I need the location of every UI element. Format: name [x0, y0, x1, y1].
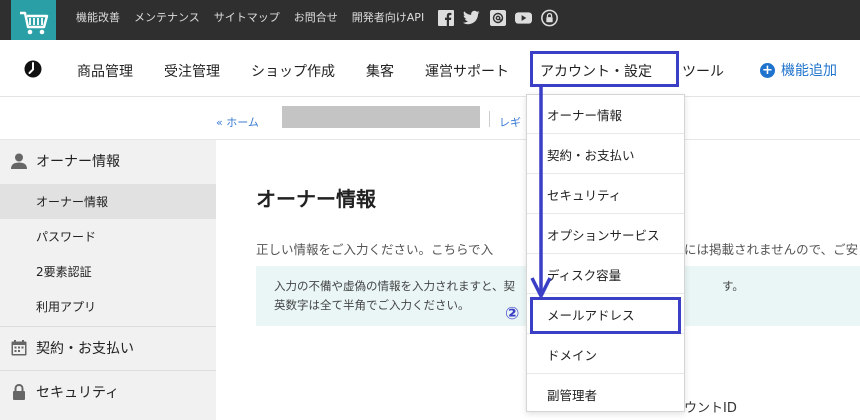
menu-item-disk-capacity[interactable]: ディスク容量 — [527, 255, 684, 294]
top-bar: 機能改善 メンテナンス サイトマップ お問合せ 開発者向けAPI — [0, 0, 860, 46]
sidebar-section-owner[interactable]: オーナー情報 — [0, 140, 216, 182]
calendar-icon — [11, 340, 27, 356]
mail-icon[interactable] — [489, 9, 506, 26]
sidebar-item-password[interactable]: パスワード — [0, 219, 216, 254]
main-nav: 商品管理 受注管理 ショップ作成 集客 運営サポート アカウント・設定 ツール … — [0, 40, 860, 97]
add-feature-label: 機能追加 — [781, 63, 837, 79]
sidebar-item-apps[interactable]: 利用アプリ — [0, 289, 216, 324]
top-link-improvement[interactable]: 機能改善 — [76, 10, 120, 26]
facebook-icon[interactable] — [437, 9, 454, 26]
nav-products[interactable]: 商品管理 — [77, 61, 133, 81]
intro-text-continued: には掲載されませんので、ご安 — [684, 242, 859, 257]
nav-shop-builder[interactable]: ショップ作成 — [251, 61, 335, 81]
redacted-shop-name — [282, 106, 480, 128]
sidebar-section-billing[interactable]: 契約・お支払い — [0, 327, 216, 369]
top-link-sitemap[interactable]: サイトマップ — [214, 10, 280, 26]
menu-item-security[interactable]: セキュリティ — [527, 175, 684, 214]
user-icon — [11, 153, 27, 169]
plus-icon: + — [760, 62, 775, 78]
sidebar-section-owner-label: オーナー情報 — [36, 154, 120, 170]
twitter-icon[interactable] — [463, 9, 480, 26]
top-link-maintenance[interactable]: メンテナンス — [134, 10, 200, 26]
nav-orders[interactable]: 受注管理 — [164, 61, 220, 81]
breadcrumb-next-link[interactable]: レギ — [499, 114, 521, 130]
account-settings-dropdown: オーナー情報 契約・お支払い セキュリティ オプションサービス ディスク容量 メ… — [526, 94, 685, 412]
account-id-label: ウントID — [684, 401, 737, 416]
menu-item-billing[interactable]: 契約・お支払い — [527, 135, 684, 174]
nav-marketing[interactable]: 集客 — [366, 61, 394, 81]
notice-line-1: 入力の不備や虚偽の情報を入力されますと、契 — [274, 279, 516, 293]
intro-text: 正しい情報をご入力ください。こちらで入 — [256, 242, 494, 257]
nav-tools[interactable]: ツール — [682, 61, 724, 81]
top-link-developer-api[interactable]: 開発者向けAPI — [352, 10, 424, 26]
account-settings-highlight — [530, 51, 679, 87]
social-icons — [437, 9, 558, 26]
lock-icon — [13, 383, 25, 400]
breadcrumb-home-link[interactable]: « ホーム — [216, 114, 259, 130]
nav-support[interactable]: 運営サポート — [425, 61, 509, 81]
sidebar-item-2fa[interactable]: 2要素認証 — [0, 254, 216, 289]
add-feature-button[interactable]: + 機能追加 — [760, 60, 837, 80]
notice-line-1-end: す。 — [722, 279, 744, 293]
lock-icon[interactable] — [541, 9, 558, 26]
menu-item-option-services[interactable]: オプションサービス — [527, 215, 684, 254]
youtube-icon[interactable] — [515, 9, 532, 26]
menu-item-domain[interactable]: ドメイン — [527, 335, 684, 374]
notice-line-2: 英数字は全て半角でご入力ください。 — [274, 298, 470, 312]
cart-icon — [19, 11, 48, 35]
sidebar: オーナー情報 オーナー情報 パスワード 2要素認証 利用アプリ 契約・お支払い … — [0, 140, 216, 420]
brand-logo-icon[interactable] — [24, 60, 42, 82]
menu-item-sub-admin[interactable]: 副管理者 — [527, 375, 684, 414]
menu-item-email-address[interactable]: メールアドレス — [527, 295, 684, 334]
top-links: 機能改善 メンテナンス サイトマップ お問合せ 開発者向けAPI — [76, 10, 424, 26]
sidebar-item-owner-info[interactable]: オーナー情報 — [0, 184, 216, 219]
sidebar-section-billing-label: 契約・お支払い — [36, 341, 134, 357]
page-title: オーナー情報 — [256, 187, 376, 211]
menu-item-owner-info[interactable]: オーナー情報 — [527, 95, 684, 134]
step-number-label: ② — [505, 304, 520, 324]
sidebar-section-security-label: セキュリティ — [36, 385, 120, 401]
top-link-contact[interactable]: お問合せ — [294, 10, 338, 26]
breadcrumb: « ホーム レギ — [0, 98, 860, 140]
breadcrumb-divider — [489, 111, 490, 127]
sidebar-section-security[interactable]: セキュリティ — [0, 371, 216, 413]
